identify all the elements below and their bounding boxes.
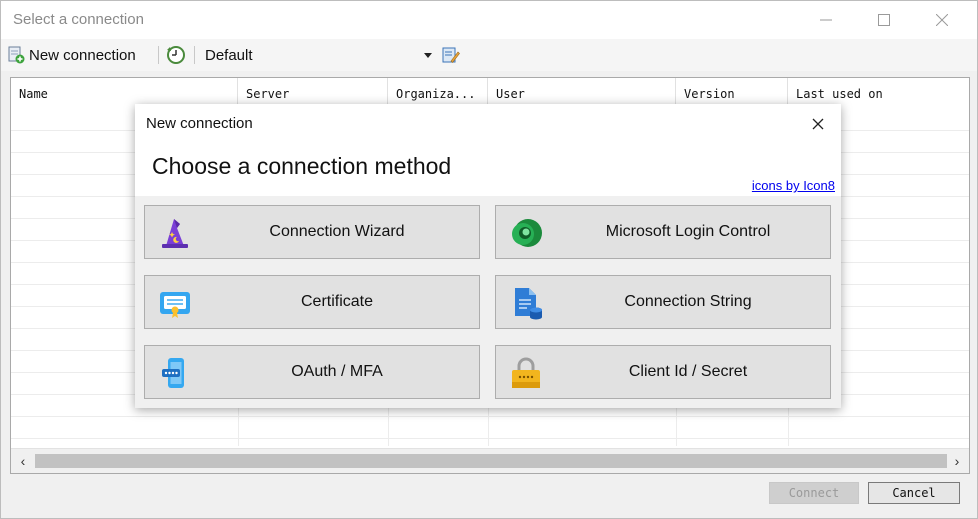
chevron-down-icon bbox=[424, 53, 432, 58]
dataverse-icon bbox=[512, 219, 542, 247]
profile-value: Default bbox=[205, 46, 253, 64]
history-button[interactable] bbox=[166, 42, 186, 68]
toolbar-separator bbox=[194, 46, 195, 64]
close-window-button[interactable] bbox=[919, 6, 965, 34]
horizontal-scrollbar[interactable]: ‹ › bbox=[11, 448, 969, 473]
lock-icon bbox=[512, 357, 540, 388]
minimize-icon bbox=[820, 19, 832, 21]
connection-string-icon bbox=[515, 288, 542, 320]
minimize-button[interactable] bbox=[803, 6, 849, 34]
close-icon bbox=[936, 14, 948, 26]
option-label: OAuth / MFA bbox=[291, 363, 383, 380]
option-connection-string[interactable]: Connection String bbox=[495, 275, 831, 329]
option-label: Microsoft Login Control bbox=[605, 223, 771, 240]
option-label: Certificate bbox=[300, 293, 374, 310]
toolbar: New connection Default bbox=[1, 39, 977, 71]
wizard-icon bbox=[162, 219, 188, 248]
new-connection-icon bbox=[8, 46, 25, 64]
scroll-left-icon[interactable]: ‹ bbox=[12, 449, 34, 473]
dialog-header: New connection Choose a connection metho… bbox=[135, 104, 841, 196]
option-label: Connection Wizard bbox=[269, 223, 405, 240]
profile-dropdown[interactable]: Default bbox=[199, 42, 439, 68]
option-oauth-mfa[interactable]: OAuth / MFA bbox=[144, 345, 480, 399]
dialog-close-button[interactable] bbox=[808, 114, 828, 134]
title-bar: Select a connection bbox=[1, 1, 977, 39]
maximize-icon bbox=[878, 14, 890, 26]
dialog-title: New connection bbox=[146, 115, 253, 132]
certificate-icon bbox=[160, 292, 190, 318]
icons-credit-link[interactable]: icons by Icon8 bbox=[752, 178, 835, 193]
edit-profile-button[interactable] bbox=[442, 42, 460, 68]
phone-icon bbox=[162, 358, 184, 388]
option-client-id-secret[interactable]: Client Id / Secret bbox=[495, 345, 831, 399]
new-connection-button[interactable]: New connection bbox=[7, 42, 136, 68]
history-icon bbox=[167, 46, 185, 64]
new-connection-dialog: New connection Choose a connection metho… bbox=[135, 104, 841, 408]
connect-button[interactable]: Connect bbox=[769, 482, 859, 504]
close-icon bbox=[812, 118, 824, 130]
option-microsoft-login-control[interactable]: Microsoft Login Control bbox=[495, 205, 831, 259]
new-connection-label: New connection bbox=[29, 46, 136, 64]
option-connection-wizard[interactable]: Connection Wizard bbox=[144, 205, 480, 259]
edit-icon bbox=[442, 47, 460, 63]
dialog-heading: Choose a connection method bbox=[152, 153, 452, 179]
cancel-button[interactable]: Cancel bbox=[868, 482, 960, 504]
maximize-button[interactable] bbox=[861, 6, 907, 34]
option-label: Connection String bbox=[624, 293, 752, 310]
toolbar-separator bbox=[158, 46, 159, 64]
window-title: Select a connection bbox=[13, 11, 144, 28]
option-certificate[interactable]: Certificate bbox=[144, 275, 480, 329]
option-label: Client Id / Secret bbox=[628, 363, 748, 380]
scroll-right-icon[interactable]: › bbox=[946, 449, 968, 473]
scrollbar-thumb[interactable] bbox=[35, 454, 947, 468]
